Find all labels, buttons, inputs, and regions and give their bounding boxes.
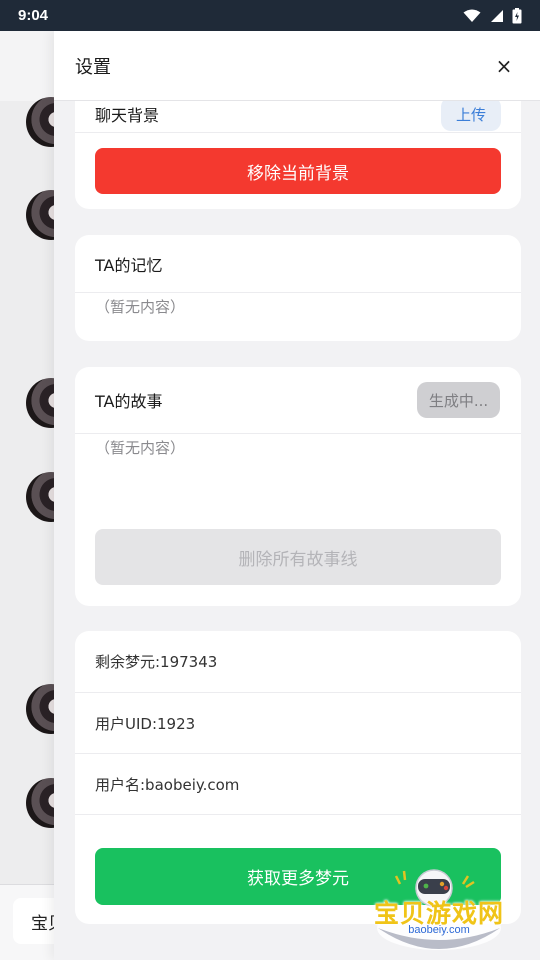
- upload-background-button[interactable]: 上传: [441, 97, 501, 131]
- status-time: 9:04: [18, 7, 49, 24]
- memory-empty-text: （暂无内容）: [95, 298, 186, 316]
- page-title: 设置: [75, 56, 111, 78]
- username: 用户名:baobeiy.com: [95, 775, 240, 794]
- memory-title: TA的记忆: [95, 255, 163, 275]
- drawer-header: 设置 ×: [54, 31, 540, 101]
- user-uid: 用户UID:1923: [95, 714, 196, 733]
- divider: [75, 132, 521, 133]
- divider: [75, 814, 521, 815]
- remove-background-button[interactable]: 移除当前背景: [95, 148, 501, 194]
- status-bar: 9:04: [0, 0, 540, 31]
- memory-title-row: TA的记忆: [75, 235, 521, 292]
- story-card: TA的故事 生成中... （暂无内容） 删除所有故事线: [75, 367, 521, 606]
- watermark-url: baobeiy.com: [408, 924, 470, 936]
- status-icons: [463, 7, 522, 24]
- delete-all-stories-button[interactable]: 删除所有故事线: [95, 529, 501, 585]
- watermark-logo: 宝贝游戏网 baobeiy.com: [364, 866, 514, 954]
- divider: [75, 292, 521, 293]
- generating-status-button[interactable]: 生成中...: [417, 382, 500, 418]
- settings-drawer: 聊天背景 上传 移除当前背景 设置 × TA的记忆 （暂无内容） TA的故事 生…: [54, 31, 540, 960]
- coins-row: 剩余梦元:197343: [75, 631, 521, 692]
- story-title: TA的故事: [95, 392, 163, 411]
- battery-icon: [512, 7, 522, 23]
- username-row: 用户名:baobeiy.com: [75, 754, 521, 814]
- cellular-signal-icon: [491, 9, 503, 22]
- close-icon[interactable]: ×: [492, 54, 516, 78]
- story-empty-text: （暂无内容）: [95, 439, 186, 457]
- uid-row: 用户UID:1923: [75, 693, 521, 753]
- divider: [75, 433, 521, 434]
- coins-balance: 剩余梦元:197343: [95, 653, 218, 671]
- chat-background-label: 聊天背景: [95, 106, 160, 125]
- memory-card: TA的记忆 （暂无内容）: [75, 235, 521, 341]
- wifi-icon: [463, 9, 481, 22]
